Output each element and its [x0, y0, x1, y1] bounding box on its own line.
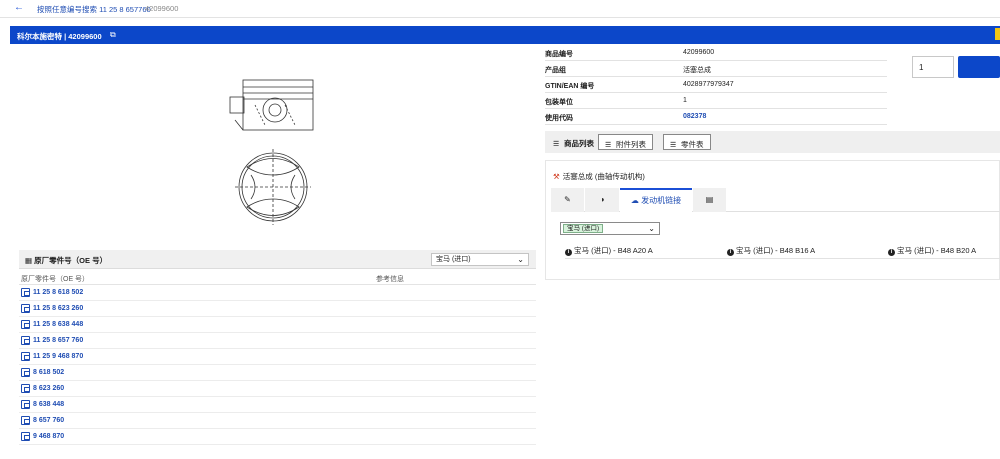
detail-value: 活塞总成	[683, 67, 711, 74]
oe-row: 11 25 8 623 260	[19, 301, 536, 317]
top-bar: ← 按照任意编号搜索 11 25 8 657760 42099600	[0, 0, 1000, 18]
engine-list: i 宝马 (进口) - B48 A20 A i 宝马 (进口) - B48 B16 …	[565, 243, 1000, 259]
copy-icon[interactable]	[21, 288, 30, 297]
oe-row: 11 25 9 468 870	[19, 349, 536, 365]
cap-icon: ◑	[599, 195, 605, 204]
detail-row: 使用代码 082378	[545, 109, 887, 125]
oe-row: 11 25 8 618 502	[19, 285, 536, 301]
copy-icon[interactable]	[21, 368, 30, 377]
tab-engine-links[interactable]: ☁ 发动机链接	[620, 188, 692, 212]
breadcrumb[interactable]: 按照任意编号搜索 11 25 8 657760	[37, 4, 151, 15]
oe-number-link[interactable]: 11 25 8 657 760	[33, 337, 83, 344]
oe-numbers-panel: ▦ 原厂零件号（OE 号） 宝马 (进口) ⌄ 原厂零件号（OE 号） 参考信息…	[19, 250, 536, 450]
engine-link[interactable]: i 宝马 (进口) - B48 A20 A	[565, 245, 653, 256]
detail-value[interactable]: 082378	[683, 113, 706, 120]
assembly-panel: ⚒ 活塞总成 (曲轴传动机构) ✎ ◑ ☁ 发动机链接 ▤ 宝马 (进口) ⌄ i…	[545, 160, 1000, 280]
oe-number-link[interactable]: 11 25 8 618 502	[33, 289, 83, 296]
cloud-icon: ☁	[630, 196, 642, 205]
copy-icon[interactable]	[21, 416, 30, 425]
detail-row: 产品组 活塞总成	[545, 61, 887, 77]
chevron-down-icon: ⌄	[648, 224, 655, 233]
oe-brand-select[interactable]: 宝马 (进口) ⌄	[431, 253, 529, 266]
breadcrumb-id: 42099600	[145, 4, 179, 13]
tab-parts-list[interactable]: ☰ 零件表	[663, 134, 711, 150]
pencil-icon: ✎	[564, 195, 571, 204]
assembly-subtabs: ✎ ◑ ☁ 发动机链接 ▤	[551, 188, 1000, 212]
quantity-input[interactable]: 1	[912, 56, 954, 78]
copy-icon[interactable]: ⧉	[110, 30, 116, 40]
list-icon: ☰	[553, 141, 560, 148]
list-icon: ☰	[670, 142, 677, 149]
detail-row: GTIN/EAN 编号 4028977979347	[545, 77, 887, 93]
detail-row: 商品编号 42099600	[545, 45, 887, 61]
oe-title: ▦ 原厂零件号（OE 号）	[25, 256, 108, 265]
oe-number-link[interactable]: 8 638 448	[33, 401, 64, 408]
oe-column-headers: 原厂零件号（OE 号） 参考信息	[19, 269, 536, 285]
oe-row: 8 638 448	[19, 397, 536, 413]
chevron-down-icon: ⌄	[517, 255, 524, 264]
detail-key: 产品组	[545, 67, 566, 74]
copy-icon[interactable]	[21, 336, 30, 345]
product-header: 科尔本施密特 | 42099600 ⧉	[10, 26, 1000, 44]
info-icon: i	[565, 249, 572, 256]
wrench-icon: ⚒	[553, 172, 560, 181]
oe-header: ▦ 原厂零件号（OE 号） 宝马 (进口) ⌄	[19, 250, 536, 269]
detail-key: 使用代码	[545, 115, 573, 122]
detail-key: 商品编号	[545, 51, 573, 58]
copy-icon[interactable]	[21, 432, 30, 441]
detail-key: 包装单位	[545, 99, 573, 106]
oe-number-link[interactable]: 8 657 760	[33, 417, 64, 424]
factory-icon: ▤	[705, 195, 714, 204]
oe-row: 8 618 502	[19, 365, 536, 381]
detail-value: 42099600	[683, 49, 715, 56]
oe-number-link[interactable]: 8 623 260	[33, 385, 64, 392]
oe-number-link[interactable]: 8 618 502	[33, 369, 64, 376]
tab-attachments[interactable]: ☰ 附件列表	[598, 134, 653, 150]
oe-row: 8 657 760	[19, 413, 536, 429]
detail-value: 4028977979347	[683, 81, 734, 88]
pencil-tab[interactable]: ✎	[551, 188, 584, 212]
oe-number-link[interactable]: 9 468 870	[33, 433, 64, 440]
col-reference: 参考信息	[376, 276, 404, 283]
factory-tab[interactable]: ▤	[693, 188, 726, 212]
back-button[interactable]: ←	[14, 2, 28, 14]
oe-row: 9 468 870	[19, 429, 536, 445]
oe-number-link[interactable]: 11 25 8 638 448	[33, 321, 83, 328]
arrow-left-icon: ←	[14, 2, 24, 13]
detail-value: 1	[683, 97, 687, 104]
product-details: 商品编号 42099600 产品组 活塞总成 GTIN/EAN 编号 4028977979…	[545, 45, 887, 125]
tab-product-list[interactable]: ☰ 商品列表	[547, 134, 600, 150]
oe-row: 11 25 8 657 760	[19, 333, 536, 349]
list-icon: ☰	[605, 142, 612, 149]
oe-row: 8 623 260	[19, 381, 536, 397]
add-to-cart-button[interactable]	[958, 56, 1000, 78]
col-oe-number: 原厂零件号（OE 号）	[21, 276, 90, 283]
factory-icon: ▦	[25, 256, 35, 265]
product-title: 科尔本施密特 | 42099600	[17, 32, 102, 41]
side-tab[interactable]	[995, 28, 1000, 40]
oe-number-link[interactable]: 11 25 9 468 870	[33, 353, 83, 360]
oe-number-link[interactable]: 11 25 8 623 260	[33, 305, 83, 312]
detail-row: 包装单位 1	[545, 93, 887, 109]
copy-icon[interactable]	[21, 352, 30, 361]
info-icon: i	[888, 249, 895, 256]
copy-icon[interactable]	[21, 320, 30, 329]
info-icon: i	[727, 249, 734, 256]
assembly-title: ⚒ 活塞总成 (曲轴传动机构)	[553, 172, 645, 181]
engine-brand-select[interactable]: 宝马 (进口) ⌄	[560, 222, 660, 235]
engine-link[interactable]: i 宝马 (进口) - B48 B20 A	[888, 245, 976, 256]
product-drawing	[229, 79, 314, 225]
copy-icon[interactable]	[21, 400, 30, 409]
copy-icon[interactable]	[21, 384, 30, 393]
detail-key: GTIN/EAN 编号	[545, 83, 595, 90]
oe-row: 11 25 8 638 448	[19, 317, 536, 333]
copy-icon[interactable]	[21, 304, 30, 313]
cap-tab[interactable]: ◑	[585, 188, 619, 212]
engine-link[interactable]: i 宝马 (进口) - B48 B16 A	[727, 245, 815, 256]
list-tabs: ☰ 商品列表 ☰ 附件列表 ☰ 零件表	[545, 131, 1000, 153]
